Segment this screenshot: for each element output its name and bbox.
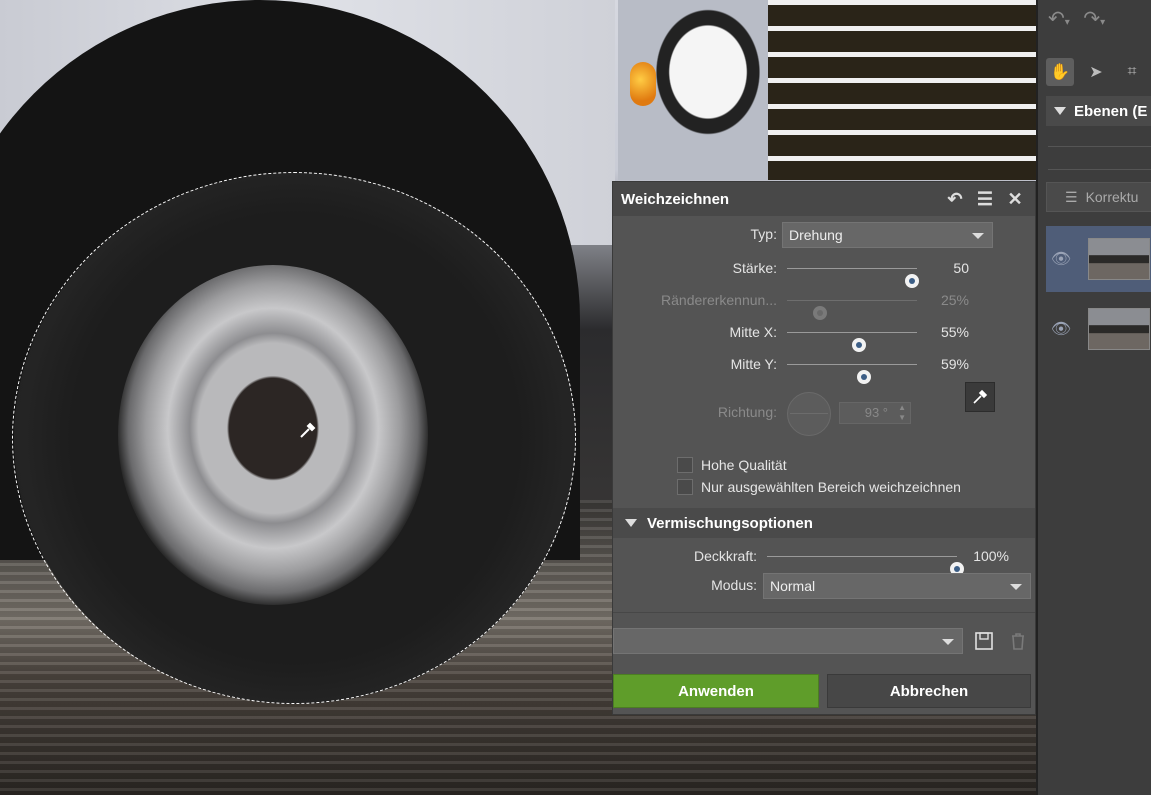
toolbar: ✋ ➤ ⌗ bbox=[1046, 58, 1146, 86]
checkbox-box[interactable] bbox=[677, 457, 693, 473]
right-panel: ↶▾ ↷▾ ✋ ➤ ⌗ Ebenen (E ☰ Korrektu 👁 👁 bbox=[1036, 0, 1151, 795]
mode-label: Modus: bbox=[711, 577, 757, 593]
center-x-label: Mitte X: bbox=[729, 324, 777, 340]
spin-arrows-icon: ▲ ▼ bbox=[898, 403, 906, 422]
only-selected-checkbox[interactable]: Nur ausgewählten Bereich weichzeichnen bbox=[677, 478, 961, 496]
center-y-slider[interactable] bbox=[787, 364, 917, 384]
undo-icon[interactable]: ↶ bbox=[1048, 8, 1065, 30]
center-x-slider[interactable] bbox=[787, 332, 917, 352]
strength-row: Stärke: 50 bbox=[613, 256, 1035, 288]
hand-icon[interactable]: ✋ bbox=[1046, 58, 1074, 86]
mode-select[interactable]: Normal bbox=[763, 573, 1031, 599]
mode-value: Normal bbox=[770, 578, 816, 594]
direction-value: 93 ° bbox=[864, 405, 888, 420]
opacity-row: Deckkraft: 100% bbox=[613, 544, 1035, 576]
opacity-slider[interactable] bbox=[767, 556, 964, 576]
edge-slider-knob bbox=[812, 306, 827, 320]
center-x-slider-knob[interactable] bbox=[851, 338, 866, 352]
blending-title: Vermischungsoptionen bbox=[647, 514, 813, 532]
adjustment-label: Korrektu bbox=[1085, 189, 1139, 205]
chevron-down-icon bbox=[1010, 584, 1022, 590]
turn-indicator bbox=[630, 62, 656, 106]
adjustment-icon: ☰ bbox=[1065, 188, 1078, 205]
center-y-value: 59% bbox=[940, 356, 969, 372]
layers-title: Ebenen (E bbox=[1074, 102, 1148, 120]
type-value: Drehung bbox=[789, 227, 843, 243]
type-label: Typ: bbox=[750, 226, 777, 242]
direction-label: Richtung: bbox=[717, 404, 777, 420]
edge-label: Rändererkennun... bbox=[661, 292, 777, 308]
adjustment-layer-button[interactable]: ☰ Korrektu bbox=[1046, 182, 1151, 212]
eye-icon[interactable]: 👁 bbox=[1050, 319, 1072, 339]
undo-dropdown-icon[interactable]: ▾ bbox=[1065, 17, 1070, 28]
close-icon[interactable]: ✕ bbox=[1003, 189, 1027, 210]
reset-icon[interactable]: ↶ bbox=[943, 189, 967, 210]
edge-value: 25% bbox=[940, 292, 969, 308]
preset-select[interactable] bbox=[613, 628, 963, 654]
strength-label: Stärke: bbox=[732, 260, 777, 276]
redo-icon[interactable]: ↷ bbox=[1083, 8, 1100, 30]
chevron-down-icon bbox=[942, 639, 954, 645]
strength-slider-knob[interactable] bbox=[904, 274, 919, 288]
eyedropper-cursor-icon bbox=[298, 420, 318, 440]
edge-row: Rändererkennun... 25% bbox=[613, 288, 1035, 320]
only-selected-label: Nur ausgewählten Bereich weichzeichnen bbox=[701, 479, 961, 495]
layer-item[interactable]: 👁 bbox=[1046, 296, 1151, 362]
layer-thumbnail bbox=[1088, 238, 1150, 280]
menu-icon[interactable]: ☰ bbox=[973, 189, 997, 210]
edge-slider bbox=[787, 300, 917, 320]
undo-redo-group: ↶▾ ↷▾ bbox=[1048, 6, 1105, 31]
dialog-title: Weichzeichnen bbox=[621, 190, 730, 208]
chevron-down-icon bbox=[972, 233, 984, 239]
collapse-triangle-icon bbox=[625, 519, 637, 527]
trash-icon bbox=[1005, 628, 1031, 654]
high-quality-checkbox[interactable]: Hohe Qualität bbox=[677, 456, 787, 474]
layers-toolbar bbox=[1048, 146, 1151, 170]
apply-button[interactable]: Anwenden bbox=[613, 674, 819, 708]
center-y-label: Mitte Y: bbox=[730, 356, 777, 372]
opacity-value: 100% bbox=[973, 548, 1009, 564]
strength-value: 50 bbox=[953, 260, 969, 276]
dialog-titlebar: Weichzeichnen ↶ ☰ ✕ bbox=[613, 182, 1035, 216]
type-row: Typ: Drehung bbox=[613, 222, 1035, 248]
layer-item[interactable]: 👁 bbox=[1046, 226, 1151, 292]
cancel-button[interactable]: Abbrechen bbox=[827, 674, 1031, 708]
high-quality-label: Hohe Qualität bbox=[701, 457, 787, 473]
mode-row: Modus: Normal bbox=[613, 573, 1035, 599]
pointer-icon[interactable]: ➤ bbox=[1082, 58, 1110, 86]
opacity-label: Deckkraft: bbox=[693, 548, 757, 564]
blending-section-header[interactable]: Vermischungsoptionen bbox=[613, 508, 1035, 538]
center-y-slider-knob[interactable] bbox=[856, 370, 871, 384]
divider bbox=[613, 612, 1035, 613]
selection-marquee[interactable] bbox=[12, 172, 576, 704]
layer-thumbnail bbox=[1088, 308, 1150, 350]
center-y-row: Mitte Y: 59% bbox=[613, 352, 1035, 384]
checkbox-box[interactable] bbox=[677, 479, 693, 495]
save-icon[interactable] bbox=[971, 628, 997, 654]
blur-dialog: Weichzeichnen ↶ ☰ ✕ Typ: Drehung Stärke:… bbox=[613, 182, 1035, 714]
center-x-value: 55% bbox=[940, 324, 969, 340]
center-x-row: Mitte X: 55% bbox=[613, 320, 1035, 352]
eye-icon[interactable]: 👁 bbox=[1050, 249, 1072, 269]
strength-slider[interactable] bbox=[787, 268, 919, 288]
redo-dropdown-icon[interactable]: ▾ bbox=[1100, 17, 1105, 28]
type-select[interactable]: Drehung bbox=[782, 222, 993, 248]
crop-icon[interactable]: ⌗ bbox=[1118, 58, 1146, 86]
direction-dial bbox=[787, 392, 831, 436]
layers-panel-header[interactable]: Ebenen (E bbox=[1046, 96, 1151, 126]
collapse-triangle-icon bbox=[1054, 107, 1066, 115]
direction-spinbox: 93 ° ▲ ▼ bbox=[839, 402, 911, 424]
